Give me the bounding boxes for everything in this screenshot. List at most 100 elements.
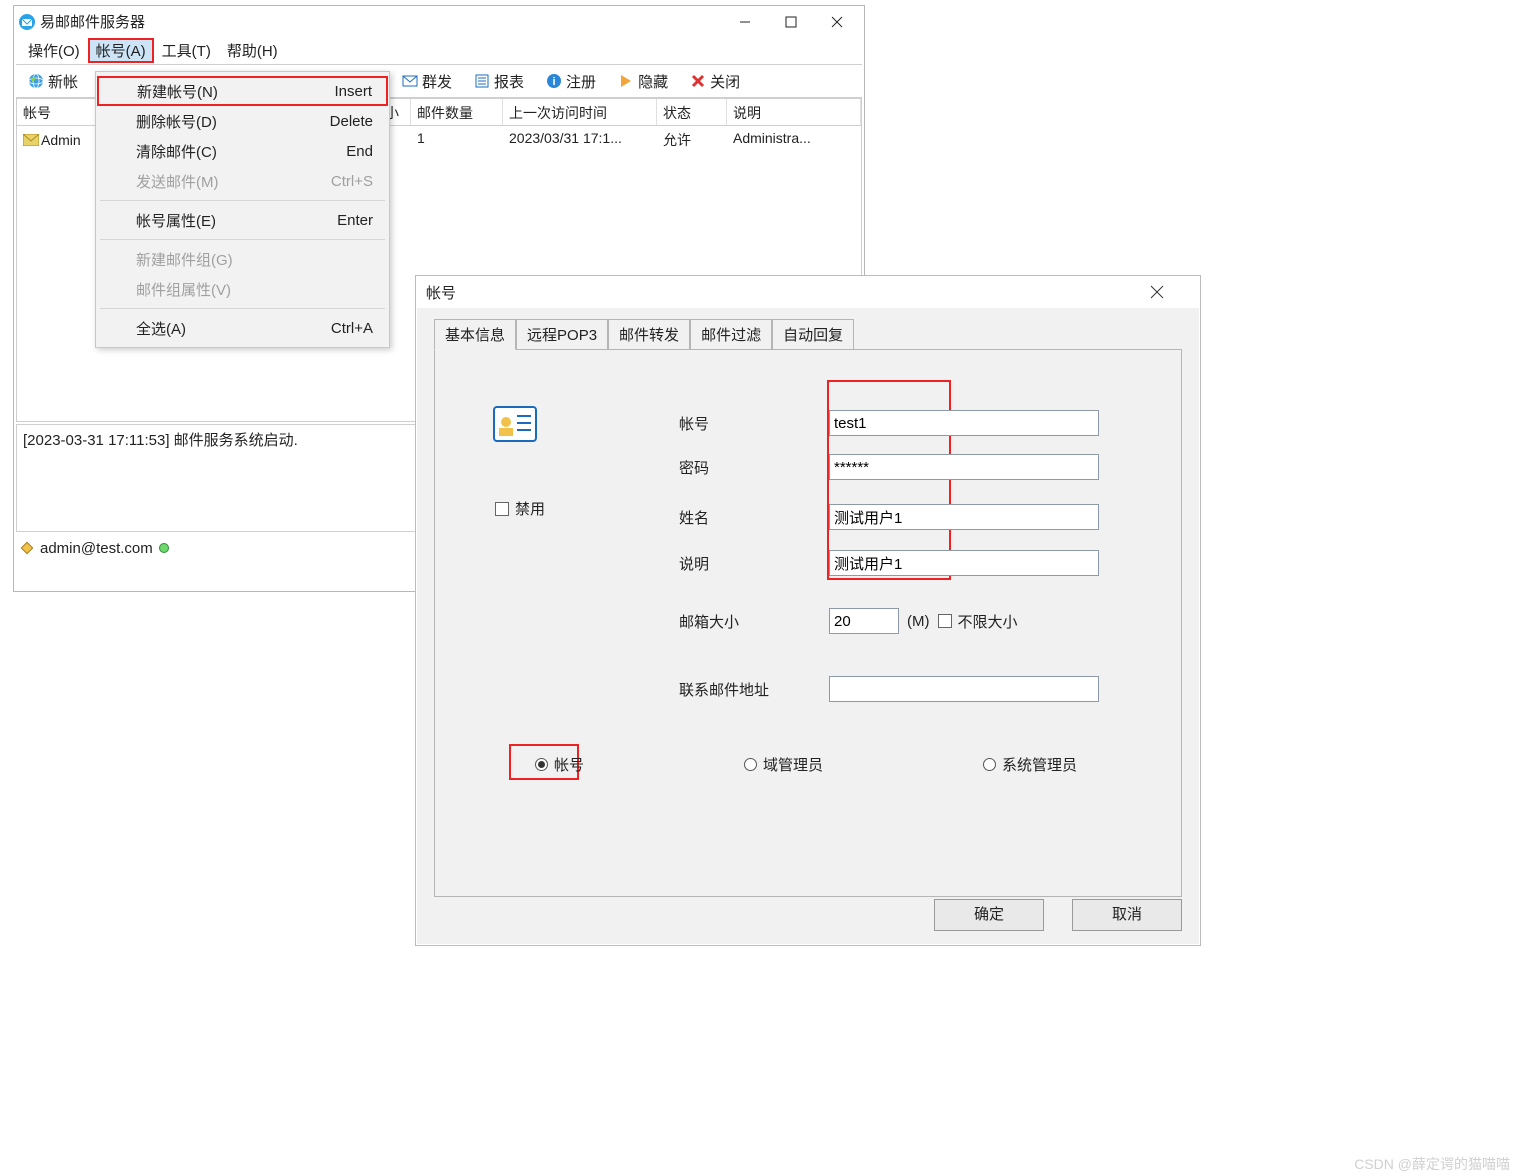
role-sys-label: 系统管理员 (1002, 754, 1077, 775)
menu-operation[interactable]: 操作(O) (20, 38, 88, 63)
svg-text:i: i (553, 76, 556, 88)
globe-icon (28, 73, 44, 89)
toolbar-new-label: 新帐 (48, 71, 78, 92)
cell-status: 允许 (657, 126, 727, 154)
mail-icon (402, 73, 418, 89)
cell-desc: Administra... (727, 126, 861, 154)
unlimited-label: 不限大小 (958, 611, 1018, 632)
app-title: 易邮邮件服务器 (40, 11, 145, 32)
toolbar-close[interactable]: 关闭 (684, 69, 746, 94)
account-dropdown: 新建帐号(N) Insert 删除帐号(D) Delete 清除邮件(C) En… (95, 71, 390, 348)
menu-tools[interactable]: 工具(T) (154, 38, 219, 63)
toolbar-hide[interactable]: 隐藏 (612, 69, 674, 94)
toolbar-mass-label: 群发 (422, 71, 452, 92)
cell-count: 1 (411, 126, 503, 154)
unlimited-checkbox[interactable] (938, 614, 952, 628)
account-label: 帐号 (679, 413, 829, 434)
toolbar-register[interactable]: i 注册 (540, 69, 602, 94)
cell-account: Admin (41, 132, 81, 148)
account-dialog: 帐号 基本信息 远程POP3 邮件转发 邮件过滤 自动回复 禁用 帐号 密码 (415, 275, 1201, 946)
th-desc[interactable]: 说明 (727, 99, 861, 125)
role-sys-option[interactable]: 系统管理员 (983, 754, 1077, 775)
toolbar-report[interactable]: 报表 (468, 69, 530, 94)
name-label: 姓名 (679, 507, 829, 528)
desc-input[interactable] (829, 550, 1099, 576)
menuitem-clear-mail[interactable]: 清除邮件(C) End (98, 136, 387, 166)
tab-basic[interactable]: 基本信息 (434, 319, 516, 350)
disable-label: 禁用 (515, 498, 545, 519)
account-card-icon (493, 406, 537, 442)
toolbar-new-account[interactable]: 新帐 (22, 69, 84, 94)
disable-checkbox-row: 禁用 (495, 498, 545, 519)
log-line: [2023-03-31 17:11:53] 邮件服务系统启动. (23, 432, 298, 449)
th-status[interactable]: 状态 (657, 99, 727, 125)
ok-button[interactable]: 确定 (934, 899, 1044, 931)
menubar: 操作(O) 帐号(A) 工具(T) 帮助(H) (14, 37, 864, 64)
info-icon: i (546, 73, 562, 89)
watermark: CSDN @薛定谔的猫喵喵 (1354, 1154, 1510, 1174)
close-button[interactable] (814, 7, 860, 37)
toolbar-report-label: 报表 (494, 71, 524, 92)
tabpanel-basic: 禁用 帐号 密码 姓名 说明 邮箱大小 (M) 不限大小 联系邮件地址 (434, 349, 1182, 897)
titlebar: 易邮邮件服务器 (14, 6, 864, 37)
role-account-option[interactable]: 帐号 (535, 754, 584, 775)
menuitem-delete-account[interactable]: 删除帐号(D) Delete (98, 106, 387, 136)
menuitem-select-all[interactable]: 全选(A) Ctrl+A (98, 313, 387, 343)
tab-filter[interactable]: 邮件过滤 (690, 319, 772, 350)
password-label: 密码 (679, 457, 829, 478)
desc-label: 说明 (679, 553, 829, 574)
role-account-radio[interactable] (535, 758, 548, 771)
tab-pop3[interactable]: 远程POP3 (516, 319, 608, 350)
role-row: 帐号 域管理员 系统管理员 (535, 754, 1077, 775)
dialog-title: 帐号 (426, 282, 456, 303)
toolbar-mass-send[interactable]: 群发 (396, 69, 458, 94)
cancel-button[interactable]: 取消 (1072, 899, 1182, 931)
separator (100, 308, 385, 309)
app-icon (18, 13, 36, 31)
menuitem-new-group: 新建邮件组(G) (98, 244, 387, 274)
th-lasttime[interactable]: 上一次访问时间 (503, 99, 657, 125)
menuitem-account-props[interactable]: 帐号属性(E) Enter (98, 205, 387, 235)
dialog-button-row: 确定 取消 (934, 899, 1182, 931)
disable-checkbox[interactable] (495, 502, 509, 516)
account-input[interactable] (829, 410, 1099, 436)
tab-autoreply[interactable]: 自动回复 (772, 319, 854, 350)
dialog-tabs: 基本信息 远程POP3 邮件转发 邮件过滤 自动回复 (416, 308, 1200, 349)
name-input[interactable] (829, 504, 1099, 530)
th-count[interactable]: 邮件数量 (411, 99, 503, 125)
mbsize-input[interactable] (829, 608, 899, 634)
menuitem-new-account[interactable]: 新建帐号(N) Insert (97, 76, 388, 106)
role-domain-label: 域管理员 (763, 754, 823, 775)
contact-input[interactable] (829, 676, 1099, 702)
menuitem-group-props: 邮件组属性(V) (98, 274, 387, 304)
tab-forward[interactable]: 邮件转发 (608, 319, 690, 350)
toolbar-hide-label: 隐藏 (638, 71, 668, 92)
th-account[interactable]: 帐号 (17, 99, 97, 125)
hide-icon (618, 73, 634, 89)
toolbar-register-label: 注册 (566, 71, 596, 92)
password-input[interactable] (829, 454, 1099, 480)
role-account-label: 帐号 (554, 754, 584, 775)
dialog-close-button[interactable] (1150, 285, 1190, 299)
menuitem-send-mail: 发送邮件(M) Ctrl+S (98, 166, 387, 196)
role-domain-option[interactable]: 域管理员 (744, 754, 823, 775)
minimize-button[interactable] (722, 7, 768, 37)
toolbar-close-label: 关闭 (710, 71, 740, 92)
role-sys-radio[interactable] (983, 758, 996, 771)
separator (100, 239, 385, 240)
separator (100, 200, 385, 201)
contact-label: 联系邮件地址 (679, 679, 829, 700)
report-icon (474, 73, 490, 89)
status-dot-icon (159, 543, 169, 553)
diamond-icon (20, 541, 34, 555)
menu-account[interactable]: 帐号(A) (88, 38, 154, 63)
mbsize-unit: (M) (907, 613, 930, 630)
cell-lasttime: 2023/03/31 17:1... (503, 126, 657, 154)
menu-help[interactable]: 帮助(H) (219, 38, 286, 63)
role-domain-radio[interactable] (744, 758, 757, 771)
maximize-button[interactable] (768, 7, 814, 37)
mbsize-label: 邮箱大小 (679, 611, 829, 632)
close-icon (690, 73, 706, 89)
status-account: admin@test.com (40, 540, 153, 557)
dialog-titlebar: 帐号 (416, 276, 1200, 308)
